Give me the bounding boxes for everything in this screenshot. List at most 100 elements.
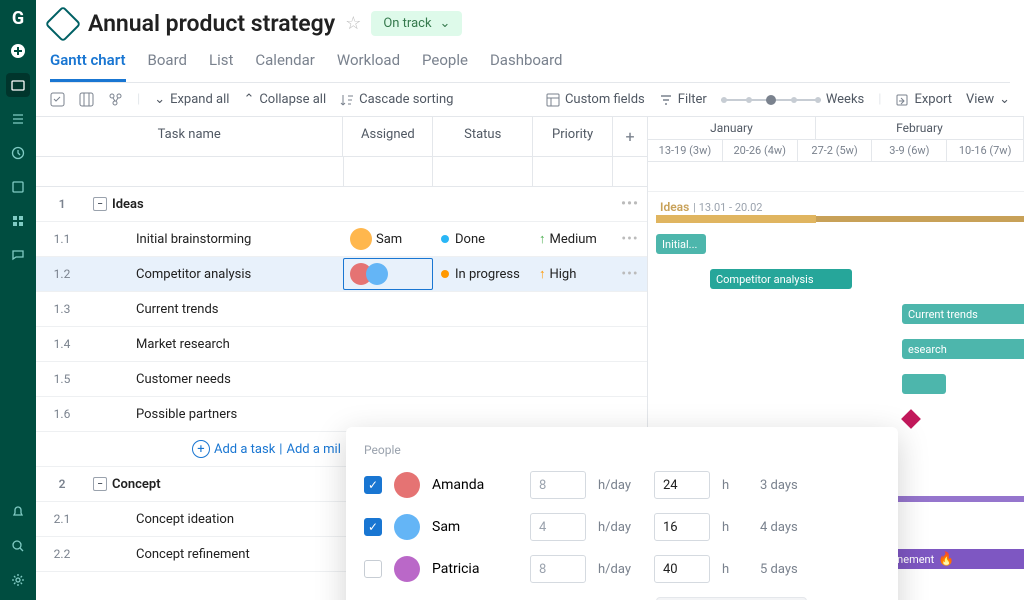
col-task: Task name [36, 117, 343, 156]
popover-title: People [364, 443, 880, 457]
days-label: 4 days [760, 520, 798, 535]
person-row: Patricia h/day h 5 days [364, 555, 880, 583]
people-popover: People ✓ Amanda h/day h 3 days✓ Sam h/da… [346, 427, 898, 600]
project-icon [45, 5, 82, 42]
assigned-cell[interactable] [343, 187, 433, 221]
columns-tool-icon[interactable] [79, 92, 94, 107]
chevron-down-icon: ⌄ [440, 16, 451, 31]
task-row[interactable]: 1.2Competitor analysis In progress↑ High… [36, 257, 647, 292]
custom-fields-button[interactable]: Custom fields [546, 92, 645, 107]
bell-icon[interactable] [6, 500, 30, 524]
cascade-sort-button[interactable]: Cascade sorting [340, 92, 453, 107]
person-name: Patricia [432, 561, 518, 577]
gantt-bar[interactable]: Initial... [656, 234, 706, 254]
row-menu-icon[interactable] [613, 362, 647, 396]
week-header: 3-9 (6w) [872, 140, 947, 161]
gantt-row [648, 367, 1024, 402]
tab-people[interactable]: People [422, 51, 468, 82]
row-menu-icon[interactable] [613, 327, 647, 361]
filter-button[interactable]: Filter [659, 92, 707, 107]
col-priority: Priority [533, 117, 613, 156]
collapse-icon[interactable]: − [93, 197, 107, 211]
total-hours-input[interactable] [654, 555, 710, 583]
week-header: 10-16 (7w) [947, 140, 1024, 161]
person-checkbox[interactable]: ✓ [364, 476, 382, 494]
week-header: 13-19 (3w) [648, 140, 723, 161]
search-icon[interactable] [6, 534, 30, 558]
week-header: 27-2 (5w) [798, 140, 873, 161]
task-row[interactable]: 1.5Customer needs [36, 362, 647, 397]
hours-per-day-input[interactable] [530, 555, 586, 583]
gantt-bar[interactable]: esearch [902, 339, 1024, 359]
task-row[interactable]: 1−Ideas••• [36, 187, 647, 222]
hours-per-day-input[interactable] [530, 513, 586, 541]
collapse-icon[interactable]: − [93, 477, 107, 491]
week-header: 20-26 (4w) [723, 140, 798, 161]
gantt-bar[interactable]: Competitor analysis [710, 269, 852, 289]
hierarchy-tool-icon[interactable] [108, 92, 123, 107]
row-menu-icon[interactable] [613, 292, 647, 326]
tab-board[interactable]: Board [148, 51, 187, 82]
gantt-row: Competitor analysis [648, 262, 1024, 297]
gantt-bar[interactable] [902, 374, 946, 394]
nav-sidebar: G [0, 0, 36, 600]
person-checkbox[interactable] [364, 560, 382, 578]
app-logo: G [12, 8, 24, 29]
tab-gantt-chart[interactable]: Gantt chart [50, 51, 126, 82]
assigned-cell[interactable] [343, 397, 433, 431]
list-icon[interactable] [6, 107, 30, 131]
avatar [394, 514, 420, 540]
gantt-row: Ideas| 13.01 - 20.02 [648, 192, 1024, 227]
expand-all-button[interactable]: ⌄ Expand all [154, 92, 229, 107]
assigned-cell[interactable] [343, 292, 433, 326]
col-assigned: Assigned [343, 117, 433, 156]
chat-icon[interactable] [6, 243, 30, 267]
view-button[interactable]: View ⌄ [966, 92, 1010, 107]
task-row[interactable]: 1.4Market research [36, 327, 647, 362]
gantt-bar[interactable]: Current trends [902, 304, 1024, 324]
plus-icon: + [192, 440, 210, 458]
task-row[interactable]: 1.3Current trends [36, 292, 647, 327]
export-button[interactable]: Export [895, 92, 952, 107]
row-menu-icon[interactable] [613, 397, 647, 431]
folder-icon[interactable] [6, 73, 30, 97]
hours-per-day-input[interactable] [530, 471, 586, 499]
total-hours-input[interactable] [654, 513, 710, 541]
add-icon[interactable] [6, 39, 30, 63]
gear-icon[interactable] [6, 568, 30, 592]
report-icon[interactable] [6, 175, 30, 199]
star-icon[interactable]: ☆ [345, 13, 361, 34]
assigned-cell[interactable] [343, 362, 433, 396]
tab-workload[interactable]: Workload [337, 51, 400, 82]
tab-dashboard[interactable]: Dashboard [490, 51, 563, 82]
assigned-cell[interactable]: Sam [343, 222, 433, 256]
person-row: ✓ Sam h/day h 4 days [364, 513, 880, 541]
month-header: February [816, 117, 1024, 139]
gantt-row: Current trends [648, 297, 1024, 332]
milestone-diamond[interactable] [901, 409, 921, 429]
check-tool-icon[interactable] [50, 92, 65, 107]
add-column-button[interactable]: + [613, 117, 647, 156]
assigned-cell[interactable] [343, 327, 433, 361]
row-menu-icon[interactable]: ••• [613, 187, 647, 221]
days-label: 3 days [760, 478, 798, 493]
tab-calendar[interactable]: Calendar [255, 51, 315, 82]
row-menu-icon[interactable]: ••• [613, 222, 647, 256]
total-hours-input[interactable] [654, 471, 710, 499]
toolbar: | ⌄ Expand all ⌃ Collapse all Cascade so… [36, 83, 1024, 117]
person-checkbox[interactable]: ✓ [364, 518, 382, 536]
assigned-cell[interactable] [343, 258, 433, 290]
collapse-all-button[interactable]: ⌃ Collapse all [243, 92, 326, 107]
gantt-row: Initial... [648, 227, 1024, 262]
zoom-slider[interactable]: Weeks [721, 92, 864, 107]
tab-list[interactable]: List [209, 51, 233, 82]
col-status: Status [433, 117, 533, 156]
clock-icon[interactable] [6, 141, 30, 165]
status-pill[interactable]: On track⌄ [371, 11, 462, 36]
avatar [394, 472, 420, 498]
person-name: Sam [432, 519, 518, 535]
task-row[interactable]: 1.1Initial brainstorming Sam Done↑ Mediu… [36, 222, 647, 257]
row-menu-icon[interactable]: ••• [613, 257, 647, 291]
grid-icon[interactable] [6, 209, 30, 233]
project-title: Annual product strategy [88, 10, 335, 37]
